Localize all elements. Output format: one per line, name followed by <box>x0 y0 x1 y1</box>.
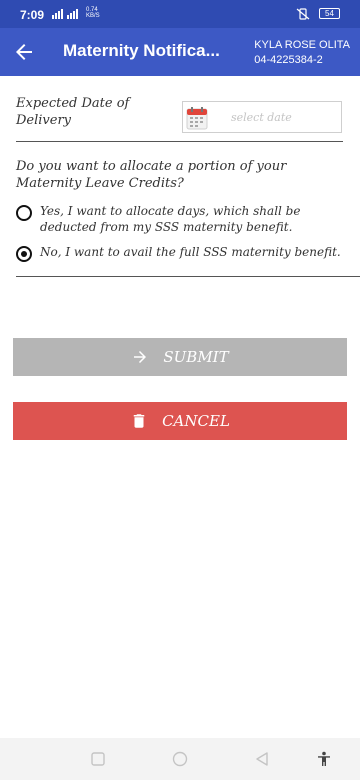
user-id: 04-4225384-2 <box>254 54 323 66</box>
radio-option-full-benefit[interactable]: No, I want to avail the full SSS materni… <box>16 244 351 276</box>
arrow-right-icon <box>134 351 147 363</box>
accessibility-icon[interactable] <box>316 751 332 767</box>
triangle-icon[interactable] <box>254 751 270 767</box>
arrow-left-icon[interactable] <box>12 40 36 64</box>
radio-button-allocate[interactable] <box>16 205 32 221</box>
status-time: 7:09 <box>20 8 45 22</box>
circle-icon[interactable] <box>172 751 188 767</box>
app-bar: Maternity Notifica... KYLA ROSE OLITA 04… <box>0 28 360 76</box>
radio-label-allocate: Yes, I want to allocate days, which shal… <box>40 204 301 234</box>
submit-label: SUBMIT <box>163 348 229 366</box>
radio-option-allocate[interactable]: Yes, I want to allocate days, which shal… <box>16 203 351 239</box>
date-placeholder: select date <box>231 111 292 124</box>
date-picker-field[interactable]: select date <box>182 101 342 133</box>
radio-button-full-benefit[interactable] <box>16 246 32 262</box>
square-icon[interactable] <box>90 751 106 767</box>
divider <box>16 276 360 277</box>
system-nav-bar <box>0 738 360 780</box>
calendar-icon <box>186 107 208 130</box>
status-bar: 7:09 0.74 KB/S 54 <box>0 0 360 28</box>
radio-label-full-benefit: No, I want to avail the full SSS materni… <box>40 245 341 259</box>
network-speed-unit: KB/S <box>86 13 100 19</box>
allocation-question: Do you want to allocate a portion of you… <box>16 159 287 191</box>
delivery-date-label: Expected Date of Delivery <box>16 96 130 128</box>
trash-icon <box>133 414 145 428</box>
network-speed: 0.74 KB/S <box>86 7 100 19</box>
signal-icon <box>52 9 78 19</box>
cancel-button[interactable]: CANCEL <box>13 402 347 440</box>
vibrate-icon <box>296 8 310 20</box>
user-name: KYLA ROSE OLITA <box>254 39 350 51</box>
page-title: Maternity Notifica... <box>63 41 220 60</box>
battery-indicator: 54 <box>319 8 340 19</box>
divider <box>16 141 343 142</box>
user-info: KYLA ROSE OLITA 04-4225384-2 <box>254 38 350 68</box>
cancel-label: CANCEL <box>162 412 230 430</box>
submit-button[interactable]: SUBMIT <box>13 338 347 376</box>
